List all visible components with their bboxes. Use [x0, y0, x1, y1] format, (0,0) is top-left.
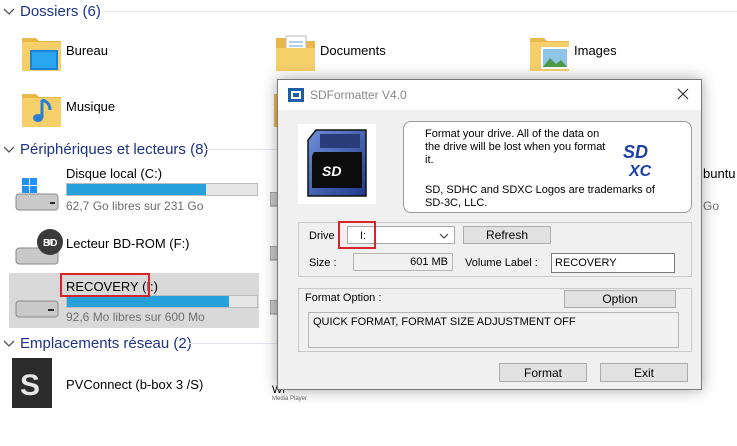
- drive-label: Drive :: [309, 230, 341, 242]
- sdformatter-app-icon: [288, 88, 304, 102]
- dialog-titlebar[interactable]: SDFormatter V4.0: [278, 80, 701, 110]
- volume-label-label: Volume Label :: [465, 257, 538, 269]
- drive-label: Disque local (C:): [66, 166, 163, 181]
- folder-label: Bureau: [66, 43, 108, 58]
- network-item-pvconnect[interactable]: S PVConnect (b-box 3 /S): [12, 358, 262, 410]
- format-option-panel: Format Option : Option QUICK FORMAT, FOR…: [298, 288, 692, 352]
- drive-free-space: 92,6 Mo libres sur 600 Mo: [66, 310, 205, 324]
- format-button[interactable]: Format: [499, 363, 587, 382]
- svg-text:BD: BD: [43, 238, 57, 249]
- svg-text:SD: SD: [623, 142, 648, 162]
- group-divider: [102, 11, 737, 12]
- exit-button[interactable]: Exit: [600, 363, 688, 382]
- pictures-folder-icon: [530, 38, 569, 71]
- group-header-folders[interactable]: Dossiers (6): [0, 0, 101, 22]
- highlight-box: [60, 273, 150, 297]
- drive-label: Lecteur BD-ROM (F:): [66, 236, 190, 251]
- highlight-box: [338, 221, 376, 249]
- svg-text:S: S: [20, 369, 40, 402]
- drive-usage-bar: [66, 183, 258, 196]
- group-header-label: Périphériques et lecteurs (8): [20, 140, 209, 158]
- folder-label: Musique: [66, 99, 116, 114]
- folder-item-documents[interactable]: Documents: [270, 28, 470, 76]
- drive-free-space: 62,7 Go libres sur 231 Go: [66, 199, 204, 213]
- folder-item-images[interactable]: Images: [524, 28, 724, 76]
- dialog-title: SDFormatter V4.0: [310, 88, 407, 102]
- drive-label: buntu: [703, 166, 736, 181]
- chevron-down-icon: [3, 8, 15, 15]
- windows-drive-icon: [15, 178, 59, 211]
- desktop-folder-icon: [22, 38, 61, 71]
- format-option-text: QUICK FORMAT, FORMAT SIZE ADJUSTMENT OFF: [308, 312, 679, 348]
- svg-text:XC: XC: [628, 163, 652, 180]
- chevron-down-icon: [439, 233, 449, 239]
- drive-item-bd-rom[interactable]: BD Lecteur BD-ROM (F:): [8, 222, 260, 270]
- group-header-devices[interactable]: Périphériques et lecteurs (8): [0, 138, 208, 160]
- close-icon[interactable]: [675, 86, 691, 102]
- folder-item-bureau[interactable]: Bureau: [16, 28, 216, 76]
- group-header-label: Emplacements réseau (2): [20, 334, 192, 352]
- sd-card-icon: SD: [298, 124, 376, 204]
- folder-label: Documents: [320, 43, 386, 58]
- size-label: Size :: [309, 257, 337, 269]
- network-item-sublabel: Media Player: [272, 396, 308, 402]
- group-divider: [187, 343, 278, 344]
- pvconnect-app-icon: S: [12, 358, 52, 408]
- sdxc-logo-icon: SD XC: [623, 142, 652, 180]
- volume-label-input[interactable]: RECOVERY: [551, 253, 675, 273]
- svg-text:SD: SD: [322, 163, 341, 179]
- refresh-button[interactable]: Refresh: [463, 226, 551, 244]
- folder-label: Images: [574, 43, 617, 58]
- chevron-down-icon: [3, 146, 15, 153]
- music-folder-icon: [22, 94, 61, 127]
- network-item-label: PVConnect (b-box 3 /S): [66, 377, 204, 392]
- format-option-label: Format Option :: [305, 292, 382, 304]
- bd-rom-drive-icon: BD: [15, 229, 63, 265]
- group-header-network[interactable]: Emplacements réseau (2): [0, 332, 192, 354]
- info-warning-text: Format your drive. All of the data on th…: [425, 128, 606, 166]
- info-box: Format your drive. All of the data on th…: [403, 121, 692, 213]
- chevron-down-icon: [3, 340, 15, 347]
- drive-usage-fill: [67, 296, 229, 307]
- sdformatter-dialog: SDFormatter V4.0 SD Format your drive. A…: [277, 79, 702, 390]
- drive-item-c[interactable]: Disque local (C:) 62,7 Go libres sur 231…: [8, 160, 260, 216]
- group-header-label: Dossiers (6): [20, 2, 101, 20]
- info-trademark-text: SD, SDHC and SDXC Logos are trademarks o…: [425, 184, 655, 209]
- drive-usage-fill: [67, 184, 206, 195]
- size-field: 601 MB: [353, 253, 453, 271]
- removable-drive-icon: [15, 300, 59, 318]
- group-divider: [203, 149, 278, 150]
- drive-free-space: Go: [703, 199, 720, 213]
- option-button[interactable]: Option: [564, 290, 676, 308]
- documents-folder-icon: [276, 35, 315, 71]
- folder-item-musique[interactable]: Musique: [16, 84, 216, 132]
